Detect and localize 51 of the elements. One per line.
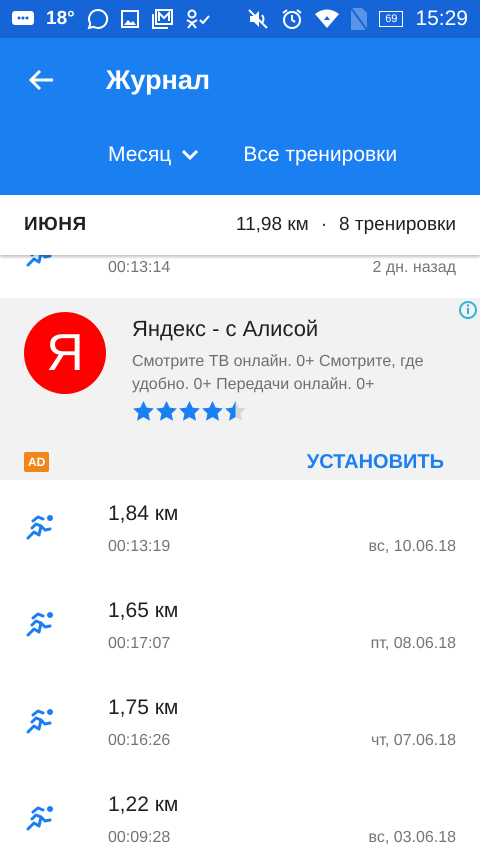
clock: 15:29 (415, 7, 468, 31)
ad-description: Смотрите ТВ онлайн. 0+ Смотрите, где удобно. 0+ Передачи онлайн. 0+ (132, 352, 425, 395)
battery-level: 69 (379, 11, 404, 27)
month-label: ИЮНЯ (24, 214, 88, 236)
total-distance: 11,98 км (236, 214, 309, 236)
runner-icon (24, 512, 56, 540)
star-icon (132, 400, 155, 422)
no-sim-icon (351, 8, 368, 30)
person-check-icon (184, 9, 211, 29)
runner-icon (24, 803, 56, 831)
separator-dot: · (320, 214, 328, 236)
screen-title: Журнал (106, 64, 210, 96)
back-arrow-icon[interactable] (28, 69, 54, 91)
workout-distance[interactable]: 1,65 км (108, 598, 456, 622)
mute-icon (247, 8, 270, 30)
caret-icon (181, 149, 200, 161)
workout-date: пт, 08.06.18 (370, 634, 456, 652)
message-icon (12, 11, 34, 27)
filter-button[interactable]: Все тренировки (243, 143, 398, 167)
runner-icon (24, 609, 56, 637)
workout-date: чт, 07.06.18 (370, 732, 456, 750)
star-icon (178, 400, 201, 422)
mail-icon (150, 9, 173, 29)
temperature: 18° (46, 8, 75, 30)
ad-card[interactable]: Я Яндекс - с Алисой Смотрите ТВ онлайн. 0+ Смотрите, где удобно. 0+ Передачи онлайн. 0+ AD УСТАНОВИТЬ (0, 298, 480, 480)
workout-duration: 00:17:07 (108, 634, 172, 652)
workout-distance[interactable]: 1,22 км (108, 792, 456, 816)
ad-title: Яндекс - с Алисой (132, 316, 320, 342)
star-icon (224, 400, 247, 422)
install-button[interactable]: УСТАНОВИТЬ (306, 450, 444, 474)
workout-count: 8 тренировки (339, 214, 456, 236)
workout-duration: 00:13:19 (108, 538, 172, 556)
ad-badge: AD (24, 452, 50, 472)
workout-duration: 00:13:14 (108, 259, 172, 277)
filter-button[interactable]: Месяц (108, 143, 200, 167)
star-icon (201, 400, 224, 422)
workout-date: 2 дн. назад (372, 259, 456, 277)
workout-duration: 00:09:28 (108, 828, 172, 846)
workout-date: вс, 03.06.18 (368, 828, 456, 846)
image-icon (120, 10, 139, 28)
star-icon (155, 400, 178, 422)
workout-date: вс, 10.06.18 (368, 538, 456, 556)
wifi-icon (315, 9, 340, 29)
workout-distance[interactable]: 1,75 км (108, 696, 456, 720)
runner-icon (24, 706, 56, 734)
app-logo: Я (24, 312, 106, 394)
workout-duration: 00:16:26 (108, 732, 172, 750)
workout-distance[interactable]: 1,84 км (108, 502, 456, 526)
info-icon[interactable] (458, 300, 478, 320)
chat-icon (86, 8, 109, 30)
alarm-icon (281, 8, 304, 30)
